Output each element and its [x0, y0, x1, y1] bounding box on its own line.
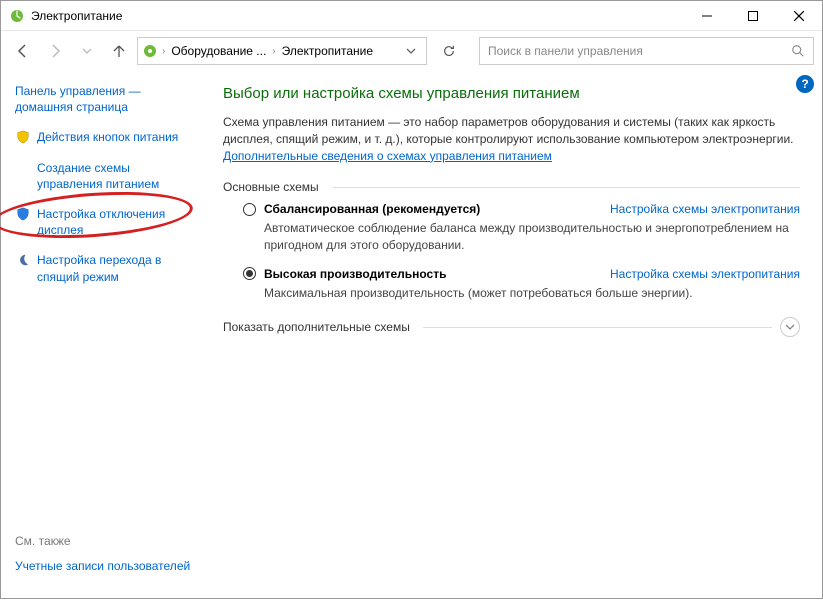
see-also-heading: См. также	[15, 534, 193, 548]
sidebar-home-link[interactable]: Панель управления — домашняя страница	[15, 83, 193, 115]
shield-icon	[15, 206, 31, 222]
sidebar-item-create-plan[interactable]: Создание схемы управления питанием	[15, 160, 193, 192]
see-also-link[interactable]: Учетные записи пользователей	[15, 558, 190, 574]
search-box[interactable]	[479, 37, 814, 65]
plan-description: Автоматическое соблюдение баланса между …	[264, 220, 800, 252]
chevron-down-icon[interactable]	[780, 317, 800, 337]
sidebar-item-power-buttons[interactable]: Действия кнопок питания	[15, 129, 193, 145]
show-additional-plans[interactable]: Показать дополнительные схемы	[223, 317, 800, 337]
sidebar-footer: См. также Учетные записи пользователей	[15, 534, 193, 588]
plan-settings-link[interactable]: Настройка схемы электропитания	[610, 267, 800, 281]
radio-balanced[interactable]	[243, 203, 256, 216]
chevron-right-icon: ›	[270, 46, 277, 57]
breadcrumb[interactable]: › Оборудование ... › Электропитание	[137, 37, 427, 65]
sidebar-item-link[interactable]: Действия кнопок питания	[37, 129, 178, 145]
sidebar-item-link[interactable]: Создание схемы управления питанием	[37, 160, 193, 192]
plan-settings-link[interactable]: Настройка схемы электропитания	[610, 202, 800, 216]
sidebar-item-sleep[interactable]: Настройка перехода в спящий режим	[15, 252, 193, 284]
forward-button[interactable]	[41, 37, 69, 65]
toolbar: › Оборудование ... › Электропитание	[1, 31, 822, 71]
sidebar-home[interactable]: Панель управления — домашняя страница	[15, 83, 193, 115]
chevron-right-icon: ›	[160, 46, 167, 57]
app-icon	[9, 8, 25, 24]
maximize-button[interactable]	[730, 1, 776, 31]
help-icon[interactable]: ?	[796, 75, 814, 93]
sidebar-item-link[interactable]: Настройка отключения дисплея	[37, 206, 193, 238]
sidebar: Панель управления — домашняя страница Де…	[1, 71, 201, 600]
page-heading: Выбор или настройка схемы управления пит…	[223, 85, 800, 102]
window-controls	[684, 1, 822, 31]
main-content: ? Выбор или настройка схемы управления п…	[201, 71, 822, 600]
description-link[interactable]: Дополнительные сведения о схемах управле…	[223, 149, 552, 163]
plan-high-performance: Высокая производительность Настройка схе…	[243, 267, 800, 301]
minimize-button[interactable]	[684, 1, 730, 31]
breadcrumb-item-2[interactable]: Электропитание	[280, 44, 375, 58]
breadcrumb-item-1[interactable]: Оборудование ...	[169, 44, 268, 58]
recent-dropdown[interactable]	[73, 37, 101, 65]
plan-name-balanced[interactable]: Сбалансированная (рекомендуется)	[264, 202, 480, 216]
moon-icon	[15, 252, 31, 268]
refresh-button[interactable]	[435, 37, 463, 65]
plan-description: Максимальная производительность (может п…	[264, 285, 800, 301]
plan-balanced: Сбалансированная (рекомендуется) Настрой…	[243, 202, 800, 252]
window-title: Электропитание	[31, 9, 684, 23]
plan-name-high-performance[interactable]: Высокая производительность	[264, 267, 446, 281]
shield-icon	[15, 129, 31, 145]
search-input[interactable]	[488, 44, 791, 58]
close-button[interactable]	[776, 1, 822, 31]
back-button[interactable]	[9, 37, 37, 65]
sidebar-item-link[interactable]: Настройка перехода в спящий режим	[37, 252, 193, 284]
sidebar-item-display-off[interactable]: Настройка отключения дисплея	[15, 206, 193, 238]
search-icon	[791, 44, 805, 58]
sidebar-see-also-item[interactable]: Учетные записи пользователей	[15, 558, 193, 574]
titlebar: Электропитание	[1, 1, 822, 31]
radio-high-performance[interactable]	[243, 267, 256, 280]
section-title: Основные схемы	[223, 180, 800, 194]
breadcrumb-dropdown-icon[interactable]	[400, 46, 422, 56]
body: Панель управления — домашняя страница Де…	[1, 71, 822, 600]
page-description: Схема управления питанием — это набор па…	[223, 114, 800, 164]
breadcrumb-icon	[142, 43, 158, 59]
up-button[interactable]	[105, 37, 133, 65]
